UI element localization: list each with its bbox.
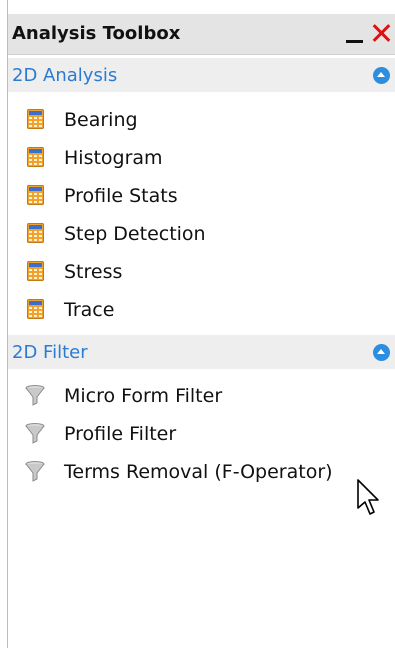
calculator-icon — [27, 299, 44, 319]
collapse-chevron-up-icon[interactable] — [373, 67, 390, 84]
tool-item-profile-stats[interactable]: Profile Stats — [8, 177, 388, 213]
tool-item-label: Profile Filter — [64, 423, 177, 445]
tool-item-micro-form-filter[interactable]: Micro Form Filter — [8, 377, 388, 413]
tool-item-label: Terms Removal (F-Operator) — [64, 461, 333, 483]
panel-titlebar[interactable]: Analysis Toolbox — [8, 14, 395, 55]
section-title: 2D Filter — [12, 342, 88, 363]
calculator-icon — [27, 185, 44, 205]
close-button[interactable] — [368, 18, 395, 48]
tool-item-label: Histogram — [64, 147, 163, 169]
tool-item-stress[interactable]: Stress — [8, 253, 388, 289]
tool-item-step-detection[interactable]: Step Detection — [8, 215, 388, 251]
section-header-2d-analysis[interactable]: 2D Analysis — [8, 58, 395, 92]
tool-item-terms-removal[interactable]: Terms Removal (F-Operator) — [8, 453, 388, 489]
tool-item-label: Profile Stats — [64, 185, 178, 207]
panel-title: Analysis Toolbox — [12, 23, 181, 44]
section-title: 2D Analysis — [12, 65, 118, 86]
tool-item-label: Micro Form Filter — [64, 385, 223, 407]
calculator-icon — [27, 109, 44, 129]
tool-item-label: Stress — [64, 261, 123, 283]
section-header-2d-filter[interactable]: 2D Filter — [8, 335, 395, 369]
funnel-filter-icon — [25, 423, 45, 444]
tool-item-histogram[interactable]: Histogram — [8, 139, 388, 175]
analysis-toolbox-panel: Analysis Toolbox 2D Analysis Bearing His… — [0, 0, 395, 648]
tool-item-profile-filter[interactable]: Profile Filter — [8, 415, 388, 451]
calculator-icon — [27, 147, 44, 167]
collapse-chevron-up-icon[interactable] — [373, 344, 390, 361]
tool-item-bearing[interactable]: Bearing — [8, 101, 388, 137]
tool-item-label: Step Detection — [64, 223, 206, 245]
funnel-filter-icon — [25, 461, 45, 482]
minimize-button[interactable] — [342, 18, 370, 48]
minimize-icon — [346, 40, 363, 43]
mouse-pointer-icon — [357, 479, 379, 515]
tool-item-label: Trace — [64, 299, 115, 321]
tool-item-label: Bearing — [64, 109, 138, 131]
tool-item-trace[interactable]: Trace — [8, 291, 388, 327]
calculator-icon — [27, 223, 44, 243]
funnel-filter-icon — [25, 385, 45, 406]
calculator-icon — [27, 261, 44, 281]
